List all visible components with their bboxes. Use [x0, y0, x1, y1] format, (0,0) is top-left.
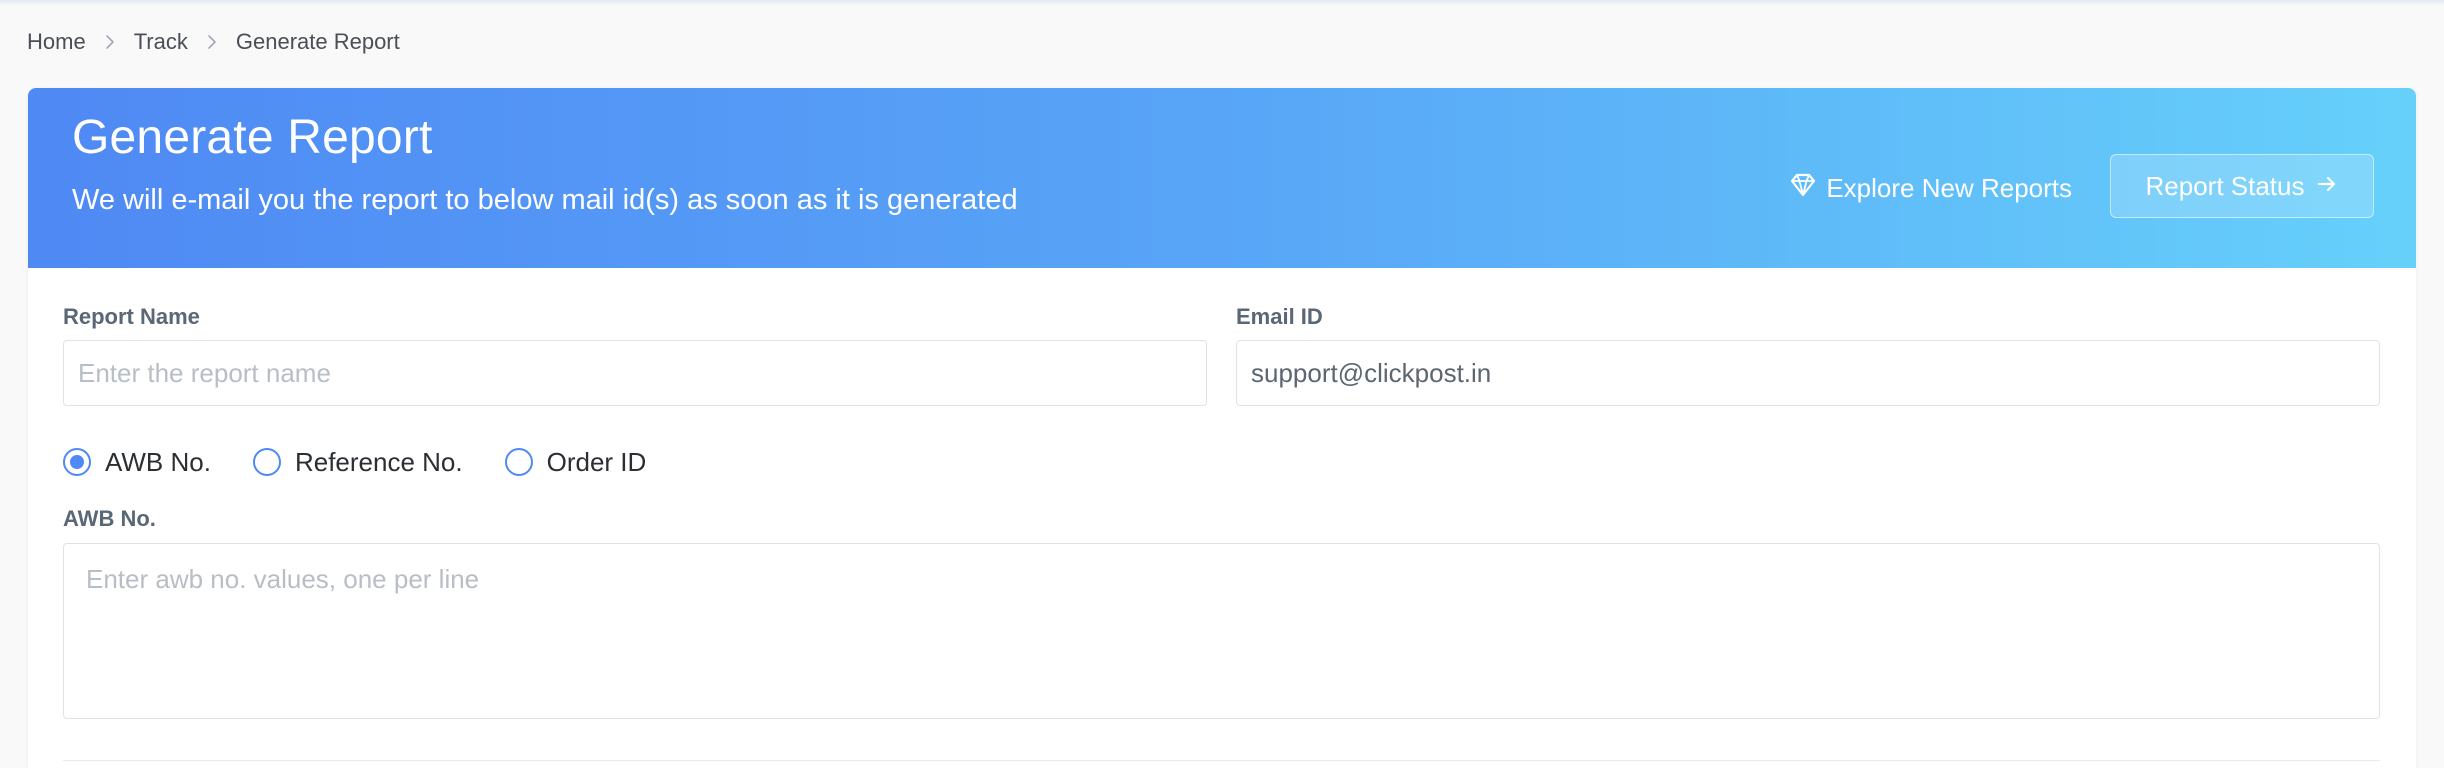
- radio-unselected-icon: [504, 448, 533, 476]
- generate-report-card: Generate Report We will e-mail you the r…: [28, 88, 2416, 768]
- report-name-label: Report Name: [63, 304, 200, 329]
- explore-new-reports-label: Explore New Reports: [1826, 172, 2072, 203]
- radio-reference-no-label: Reference No.: [294, 446, 463, 477]
- awb-no-textarea[interactable]: [63, 543, 2380, 719]
- breadcrumb: Home Track Generate Report: [27, 26, 400, 58]
- chevron-right-icon: [188, 34, 236, 50]
- page-subtitle: We will e-mail you the report to below m…: [72, 184, 1018, 216]
- radio-order-id-label: Order ID: [546, 446, 647, 477]
- explore-new-reports-link[interactable]: Explore New Reports: [1790, 168, 2072, 208]
- radio-awb-no-label: AWB No.: [105, 446, 211, 477]
- email-id-label: Email ID: [1236, 304, 1323, 329]
- id-type-radio-group: AWB No. Reference No. Order ID: [63, 444, 688, 480]
- divider: [63, 760, 2380, 761]
- report-status-button[interactable]: Report Status: [2110, 154, 2374, 218]
- radio-order-id[interactable]: Order ID: [504, 446, 647, 478]
- report-status-label: Report Status: [2145, 170, 2305, 201]
- breadcrumb-home[interactable]: Home: [27, 29, 86, 55]
- report-banner: Generate Report We will e-mail you the r…: [28, 88, 2416, 268]
- breadcrumb-track[interactable]: Track: [134, 29, 188, 55]
- email-id-input[interactable]: [1236, 340, 2380, 406]
- top-shadow: [0, 0, 2444, 6]
- page-title: Generate Report: [72, 111, 433, 164]
- chevron-right-icon: [86, 34, 134, 50]
- report-name-input[interactable]: [63, 340, 1207, 406]
- breadcrumb-current: Generate Report: [235, 29, 400, 54]
- diamond-icon: [1790, 172, 1826, 205]
- radio-awb-no[interactable]: AWB No.: [63, 447, 211, 478]
- awb-no-label: AWB No.: [63, 506, 156, 531]
- radio-unselected-icon: [252, 448, 281, 476]
- arrow-right-icon: [2304, 171, 2338, 202]
- radio-reference-no[interactable]: Reference No.: [252, 446, 463, 478]
- radio-selected-icon: [63, 448, 91, 476]
